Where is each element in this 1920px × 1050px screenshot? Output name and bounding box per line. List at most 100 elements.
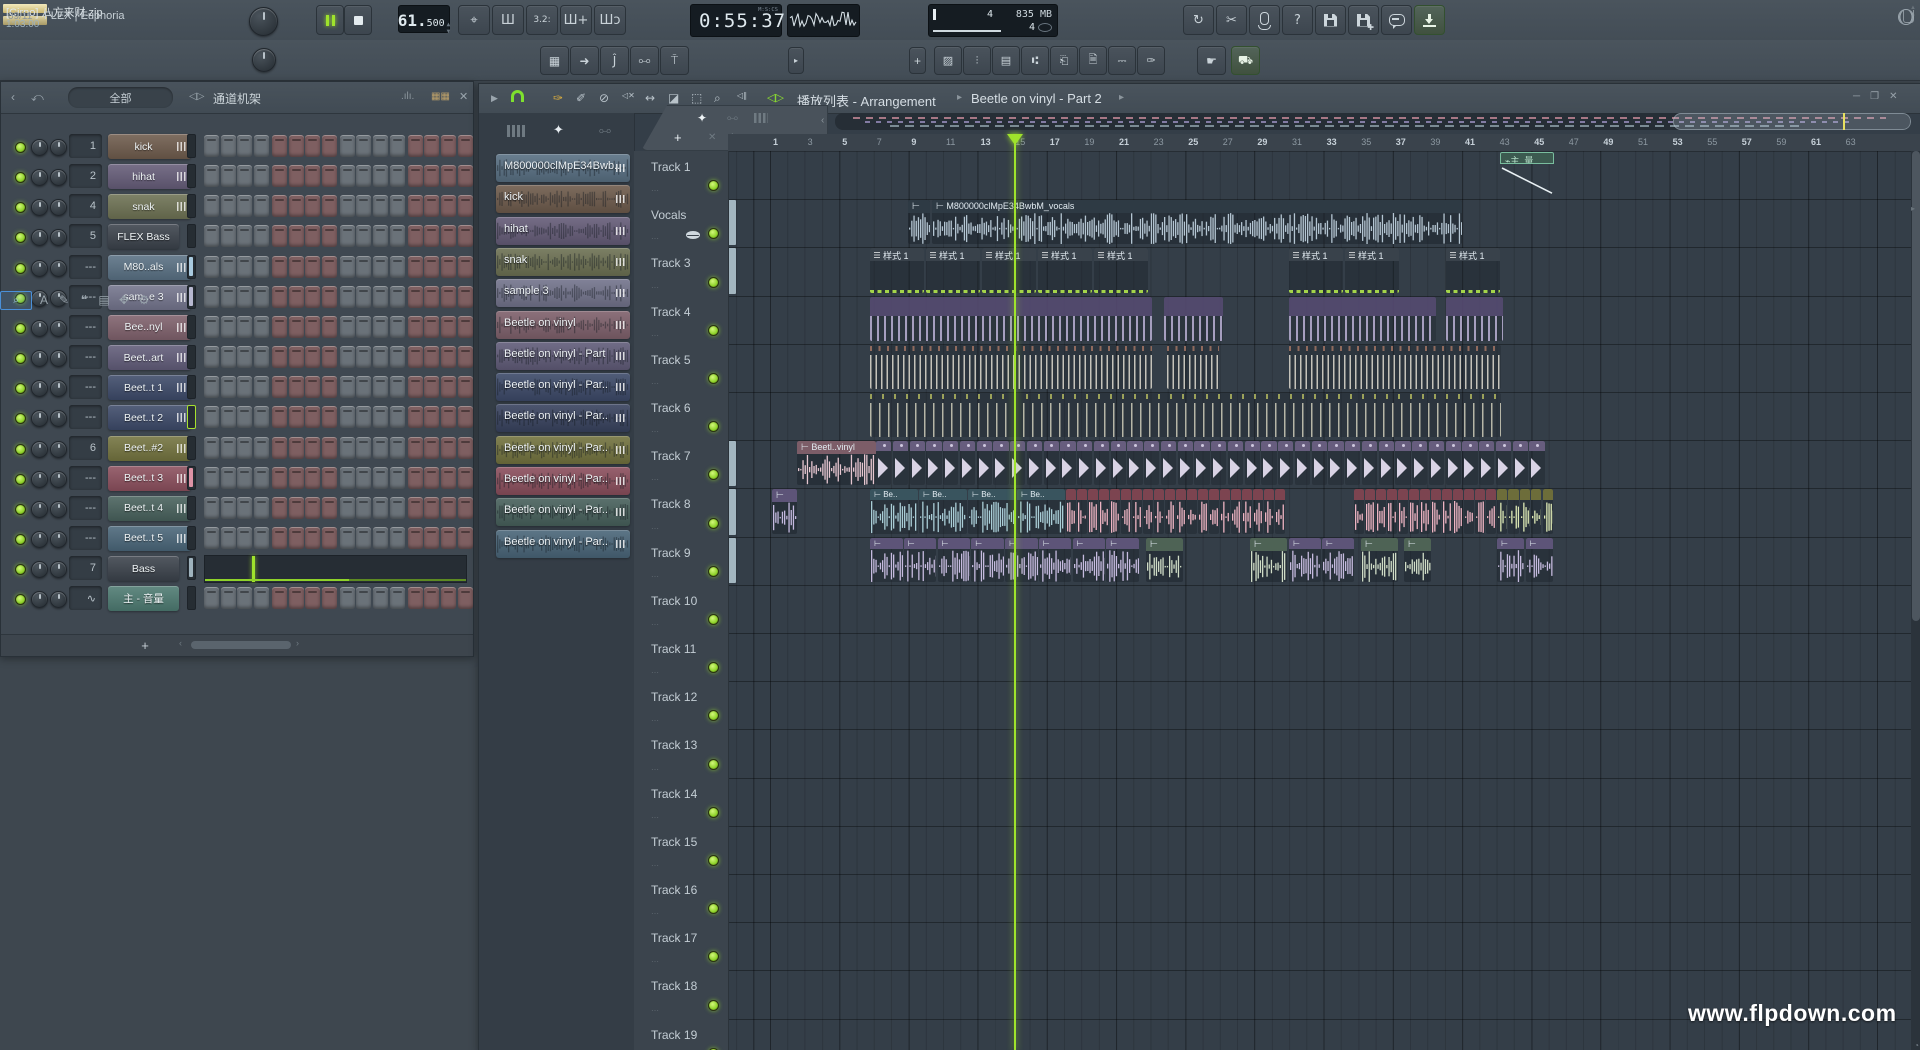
time-display[interactable]: 0:55:37M:S:CS [690, 4, 782, 37]
step-cell[interactable] [289, 497, 304, 519]
micro-audio-clip[interactable] [1099, 489, 1109, 533]
playlist-close-icon[interactable]: ✕ [1889, 91, 1897, 102]
rack-scroll-left-icon[interactable]: ‹ [179, 638, 182, 648]
step-cell[interactable] [237, 376, 252, 398]
step-cell[interactable] [390, 497, 405, 519]
micro-audio-clip[interactable] [1220, 489, 1230, 533]
step-cell[interactable] [322, 195, 337, 217]
channel-select-strip[interactable] [187, 164, 196, 188]
step-cell[interactable] [373, 165, 388, 187]
micro-audio-clip[interactable]: ⊢ Be.. [870, 489, 918, 533]
micro-audio-clip[interactable] [1453, 489, 1463, 533]
step-cell[interactable] [254, 135, 269, 157]
micro-audio-clip[interactable] [1275, 489, 1285, 533]
audio-clip[interactable]: ⊢ M800000clMpE34BwbM_vocals [932, 200, 1462, 244]
step-cell[interactable] [237, 286, 252, 308]
arrow-mini-clip[interactable] [1127, 441, 1142, 485]
arrow-mini-clip[interactable] [1094, 441, 1109, 485]
arrow-mini-clip[interactable] [1027, 441, 1042, 485]
step-cell[interactable] [424, 165, 439, 187]
track-led[interactable] [708, 710, 719, 721]
step-cell[interactable] [441, 195, 456, 217]
track-options-dots[interactable]: ⋯ [651, 186, 660, 195]
step-cell[interactable] [458, 376, 473, 398]
micro-audio-clip[interactable]: ⊢ Be.. [919, 489, 967, 533]
track-led[interactable] [708, 903, 719, 914]
audio-clip[interactable]: ⊢ [1404, 538, 1431, 582]
step-cell[interactable] [204, 195, 219, 217]
step-cell[interactable] [237, 527, 252, 549]
snap-open-button[interactable]: ▸ [788, 47, 804, 74]
track-lane[interactable]: ⊢⊢ M800000clMpE34BwbM_vocals [728, 199, 1920, 248]
arrow-mini-clip[interactable] [1111, 441, 1126, 485]
pattern-stripes-clip[interactable] [870, 393, 1501, 437]
channel-volume-knob[interactable] [50, 501, 67, 518]
channel-button[interactable]: Beet..t 3 [108, 466, 191, 491]
step-cell[interactable] [272, 195, 287, 217]
step-cell[interactable] [340, 165, 355, 187]
channel-number-box[interactable]: 4 [69, 194, 102, 218]
step-cell[interactable] [340, 406, 355, 428]
micro-audio-clip[interactable] [1431, 489, 1441, 533]
step-cell[interactable] [408, 286, 423, 308]
channel-pan-knob[interactable] [31, 531, 48, 548]
micro-audio-clip[interactable] [1077, 489, 1087, 533]
step-cell[interactable] [272, 527, 287, 549]
step-cell[interactable] [408, 165, 423, 187]
step-cell[interactable] [356, 135, 371, 157]
file-button[interactable]: 🗎 [1079, 46, 1107, 75]
channel-volume-knob[interactable] [50, 591, 67, 608]
micro-audio-clip[interactable]: ⊢ [938, 538, 971, 582]
channel-led[interactable] [15, 142, 26, 153]
step-cell[interactable] [373, 195, 388, 217]
step-cell[interactable] [237, 587, 252, 609]
step-cell[interactable] [441, 406, 456, 428]
track-header[interactable]: Track 15⋯ [634, 826, 729, 875]
step-cell[interactable] [340, 437, 355, 459]
picker-audio-tab-icon[interactable]: ✦ [553, 122, 564, 138]
step-cell[interactable] [204, 165, 219, 187]
step-cell[interactable] [458, 406, 473, 428]
cut-tool-button[interactable]: ✂ [1216, 5, 1247, 35]
channel-select-strip[interactable] [187, 134, 196, 158]
micro-audio-clip[interactable] [1442, 489, 1452, 533]
arrow-mini-clip[interactable] [1379, 441, 1394, 485]
step-cell[interactable] [254, 256, 269, 278]
step-cell[interactable] [322, 497, 337, 519]
playlist-grid[interactable]: ⌁主..量⊢⊢ M800000clMpE34BwbM_vocals样式 1样式 … [728, 151, 1920, 1050]
pause-button[interactable] [316, 5, 344, 35]
step-cell[interactable] [305, 256, 320, 278]
pattern-stripes-clip[interactable] [870, 345, 1152, 389]
channel-pan-knob[interactable] [31, 471, 48, 488]
step-cell[interactable] [204, 527, 219, 549]
step-cell[interactable] [322, 587, 337, 609]
step-cell[interactable] [441, 316, 456, 338]
channel-pan-knob[interactable] [31, 441, 48, 458]
track-led[interactable] [708, 421, 719, 432]
draw-tool-icon[interactable]: ✎ [56, 292, 72, 309]
step-cell[interactable] [289, 346, 304, 368]
rack-close-icon[interactable]: ✕ [459, 90, 468, 103]
metronome-icon[interactable]: Ш+ [560, 5, 592, 35]
picker-item[interactable]: Beetle on vinyl [496, 311, 630, 339]
step-cell[interactable] [221, 437, 236, 459]
step-cell[interactable] [441, 256, 456, 278]
save-new-version-button[interactable]: ✚ [1348, 5, 1379, 35]
step-cell[interactable] [221, 225, 236, 247]
step-cell[interactable] [322, 346, 337, 368]
pattern-stripes-clip[interactable] [1289, 297, 1436, 341]
channel-select-strip[interactable] [187, 556, 196, 580]
step-cell[interactable] [390, 346, 405, 368]
step-cell[interactable] [305, 286, 320, 308]
step-cell[interactable] [458, 135, 473, 157]
step-cell[interactable] [408, 346, 423, 368]
micro-audio-clip[interactable] [1088, 489, 1098, 533]
picker-piano-tab-icon[interactable] [507, 125, 525, 137]
arrow-mini-clip[interactable] [1261, 441, 1276, 485]
step-cell[interactable] [237, 497, 252, 519]
track-header[interactable]: Track 1⋯ [634, 151, 729, 200]
step-cell[interactable] [441, 497, 456, 519]
rack-swap-icon[interactable]: ⤺ [31, 90, 44, 105]
step-cell[interactable] [221, 165, 236, 187]
step-cell[interactable] [373, 135, 388, 157]
